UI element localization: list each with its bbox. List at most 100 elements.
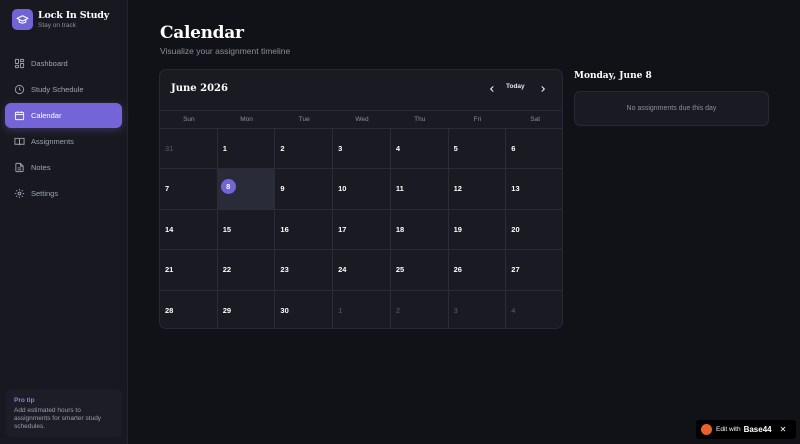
- calendar-day-cell[interactable]: 24: [333, 249, 391, 290]
- day-number: 21: [165, 265, 174, 275]
- calendar-month-label: June 2026: [171, 83, 228, 94]
- page-title: Calendar: [160, 23, 244, 43]
- weekday-label: Mon: [240, 116, 253, 123]
- protip-title: Pro tip: [14, 397, 35, 404]
- calendar-day-cell-selected[interactable]: 8: [217, 168, 276, 209]
- sidebar-item-settings[interactable]: Settings: [5, 181, 122, 206]
- day-number: 17: [338, 224, 347, 234]
- calendar-day-cell[interactable]: 7: [160, 168, 218, 209]
- day-number: 24: [338, 265, 347, 275]
- sidebar-item-label: Dashboard: [31, 59, 68, 68]
- day-number: 20: [511, 224, 520, 234]
- calendar-day-cell[interactable]: 28: [160, 289, 218, 328]
- weekday-label: Tue: [298, 116, 310, 123]
- calendar-day-cell[interactable]: 25: [390, 249, 449, 290]
- calendar-day-cell[interactable]: 26: [448, 249, 507, 290]
- calendar-day-cell[interactable]: 18: [390, 208, 449, 250]
- calendar-day-cell[interactable]: 9: [275, 168, 334, 209]
- day-number: 9: [280, 184, 285, 194]
- calendar-day-cell[interactable]: 11: [390, 168, 449, 209]
- calendar-day-cell[interactable]: 13: [506, 168, 562, 208]
- weekday-label: Wed: [355, 116, 369, 123]
- book-icon: [14, 137, 25, 146]
- protip-card: Pro tip Add estimated hours to assignmen…: [6, 389, 122, 437]
- calendar-day-cell[interactable]: 2: [390, 289, 449, 328]
- day-number: 3: [453, 305, 458, 315]
- day-number: 23: [280, 265, 289, 275]
- calendar-day-cell[interactable]: 23: [275, 249, 334, 290]
- day-number: 10: [338, 184, 347, 194]
- day-number: 1: [338, 305, 343, 315]
- calendar-day-cell[interactable]: 17: [333, 208, 391, 250]
- prev-month-button[interactable]: [486, 83, 498, 95]
- calendar-day-cell[interactable]: 1: [333, 289, 391, 328]
- calendar-day-cell[interactable]: 6: [506, 128, 562, 168]
- calendar-day-cell[interactable]: 12: [448, 168, 507, 209]
- sidebar: Lock In Study Stay on track Dashboard St…: [0, 0, 128, 444]
- calendar-day-cell[interactable]: 27: [506, 249, 562, 289]
- day-number: 22: [222, 265, 232, 275]
- weekday-label: Fri: [473, 116, 482, 123]
- day-number: 12: [453, 184, 462, 194]
- edit-with-badge[interactable]: Edit with Base44 ✕: [696, 420, 796, 439]
- calendar-icon: [14, 111, 25, 121]
- calendar-day-cell[interactable]: 4: [390, 128, 449, 169]
- day-assignments-panel: No assignments due this day: [574, 91, 769, 126]
- day-number: 30: [280, 305, 289, 315]
- calendar-day-cell[interactable]: 22: [217, 249, 276, 290]
- day-number: 4: [511, 305, 516, 315]
- sidebar-item-study-schedule[interactable]: Study Schedule: [5, 77, 122, 102]
- sidebar-item-label: Settings: [31, 189, 59, 198]
- calendar-day-cell[interactable]: 3: [448, 289, 507, 328]
- sidebar-item-label: Calendar: [31, 111, 62, 120]
- calendar-day-cell[interactable]: 2: [275, 128, 334, 169]
- calendar-card: June 2026 Today Sun Mon Tue Wed Thu Fri …: [159, 69, 563, 329]
- day-number: 26: [453, 265, 462, 275]
- sidebar-item-notes[interactable]: Notes: [5, 155, 122, 180]
- weekday-label: Sat: [530, 116, 541, 123]
- sidebar-item-calendar[interactable]: Calendar: [5, 103, 122, 128]
- calendar-day-cell[interactable]: 1: [217, 128, 276, 169]
- calendar-day-cell[interactable]: 19: [448, 208, 507, 250]
- file-icon: [15, 162, 24, 173]
- day-number: 1: [222, 144, 227, 153]
- empty-state-text: No assignments due this day: [626, 105, 717, 112]
- calendar-day-cell[interactable]: 30: [275, 289, 334, 328]
- next-month-button[interactable]: [537, 83, 549, 95]
- sidebar-item-assignments[interactable]: Assignments: [5, 129, 122, 154]
- day-number: 27: [511, 265, 520, 275]
- day-number: 28: [165, 305, 174, 315]
- calendar-day-cell[interactable]: 3: [333, 128, 391, 169]
- day-number: 4: [395, 144, 401, 153]
- page-subtitle: Visualize your assignment timeline: [160, 46, 291, 56]
- calendar-day-cell[interactable]: 16: [275, 208, 334, 250]
- calendar-day-cell[interactable]: 29: [217, 289, 276, 328]
- day-number: 16: [280, 224, 289, 234]
- calendar-day-cell[interactable]: 4: [506, 289, 562, 328]
- day-number: 8: [220, 179, 236, 195]
- chevron-right-icon: [541, 86, 545, 92]
- chevron-left-icon: [490, 86, 494, 92]
- badge-brand: Base44: [743, 425, 772, 434]
- today-button[interactable]: Today: [506, 83, 525, 90]
- day-number: 19: [453, 224, 462, 234]
- day-number: 31: [165, 144, 174, 153]
- calendar-day-cell[interactable]: 5: [448, 128, 507, 169]
- calendar-day-cell[interactable]: 20: [506, 208, 562, 249]
- close-icon[interactable]: ✕: [780, 425, 787, 434]
- graduation-cap-icon: [12, 9, 33, 30]
- calendar-day-cell[interactable]: 21: [160, 249, 218, 290]
- dashboard-icon: [14, 58, 25, 69]
- day-number: 6: [511, 144, 516, 153]
- sidebar-item-dashboard[interactable]: Dashboard: [5, 51, 122, 76]
- brand[interactable]: Lock In Study Stay on track: [12, 9, 109, 30]
- day-number: 14: [165, 224, 174, 234]
- calendar-day-cell[interactable]: 14: [160, 208, 218, 250]
- clock-icon: [14, 84, 25, 95]
- calendar-day-cell[interactable]: 10: [333, 168, 391, 209]
- calendar-day-cell[interactable]: 31: [160, 128, 218, 169]
- day-number: 29: [222, 305, 232, 315]
- calendar-day-cell[interactable]: 15: [217, 208, 276, 250]
- day-number: 7: [165, 184, 170, 194]
- day-number: 13: [511, 184, 520, 194]
